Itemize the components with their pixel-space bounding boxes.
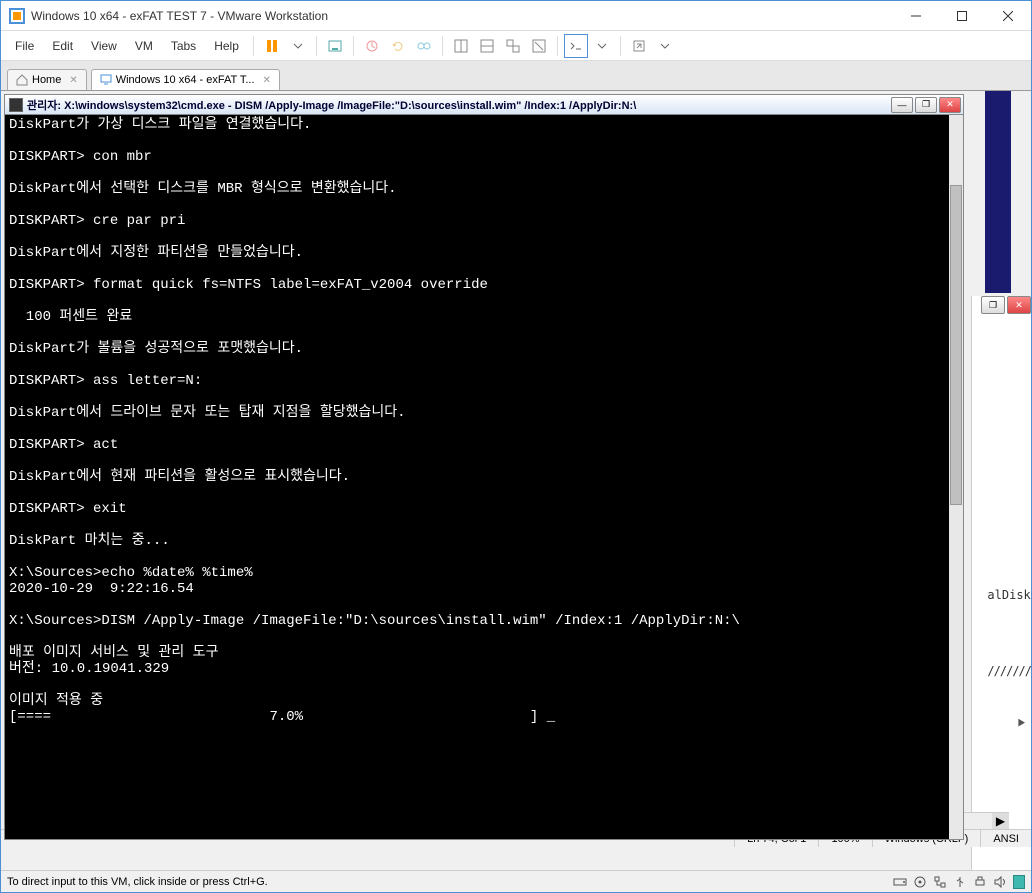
send-ctrl-alt-del-icon[interactable] bbox=[323, 34, 347, 58]
tab-home[interactable]: Home ✕ bbox=[7, 69, 87, 90]
tab-vm[interactable]: Windows 10 x64 - exFAT T... ✕ bbox=[91, 69, 280, 90]
maximize-button[interactable] bbox=[939, 1, 985, 31]
console-view-icon[interactable] bbox=[564, 34, 588, 58]
vmware-statusbar: To direct input to this VM, click inside… bbox=[1, 870, 1031, 892]
tab-close-icon[interactable]: ✕ bbox=[69, 75, 77, 86]
cmd-output: DiskPart가 가상 디스크 파일을 연결했습니다. DISKPART> c… bbox=[9, 117, 947, 725]
cmd-maximize-button[interactable]: ❐ bbox=[915, 97, 937, 113]
scroll-right-arrow-icon[interactable]: ▶ bbox=[992, 813, 1009, 829]
printer-icon[interactable] bbox=[973, 875, 987, 889]
cmd-icon bbox=[9, 98, 23, 112]
cmd-minimize-button[interactable]: — bbox=[891, 97, 913, 113]
stretch-icon[interactable] bbox=[627, 34, 651, 58]
cmd-window: 관리자: X:\windows\system32\cmd.exe - DISM … bbox=[4, 94, 964, 840]
sound-icon[interactable] bbox=[993, 875, 1007, 889]
snapshot-icon[interactable] bbox=[360, 34, 384, 58]
unity-icon[interactable] bbox=[501, 34, 525, 58]
divider bbox=[442, 36, 443, 56]
notepad-encoding: ANSI bbox=[980, 830, 1031, 847]
divider bbox=[353, 36, 354, 56]
monitor-icon bbox=[100, 74, 112, 86]
menu-file[interactable]: File bbox=[7, 35, 42, 57]
menu-tabs[interactable]: Tabs bbox=[163, 35, 204, 57]
menu-view[interactable]: View bbox=[83, 35, 125, 57]
tab-close-icon[interactable]: ✕ bbox=[263, 75, 271, 86]
tab-label: Home bbox=[32, 74, 61, 86]
divider bbox=[557, 36, 558, 56]
divider bbox=[316, 36, 317, 56]
titlebar: Windows 10 x64 - exFAT TEST 7 - VMware W… bbox=[1, 1, 1031, 31]
menu-help[interactable]: Help bbox=[206, 35, 247, 57]
notepad-close-button[interactable]: ✕ bbox=[1007, 296, 1031, 314]
network-icon[interactable] bbox=[933, 875, 947, 889]
usb-icon[interactable] bbox=[953, 875, 967, 889]
home-icon bbox=[16, 74, 28, 86]
menu-vm[interactable]: VM bbox=[127, 35, 161, 57]
cmd-close-button[interactable]: ✕ bbox=[939, 97, 961, 113]
minimize-button[interactable] bbox=[893, 1, 939, 31]
divider bbox=[620, 36, 621, 56]
cmd-scrollbar[interactable] bbox=[949, 115, 963, 839]
menu-edit[interactable]: Edit bbox=[44, 35, 81, 57]
notepad-text-fragment: alDisk /////// bbox=[987, 588, 1031, 678]
revert-icon[interactable] bbox=[386, 34, 410, 58]
single-window-icon[interactable] bbox=[449, 34, 473, 58]
pause-icon[interactable] bbox=[260, 34, 284, 58]
dropdown-icon[interactable] bbox=[653, 34, 677, 58]
close-button[interactable] bbox=[985, 1, 1031, 31]
cmd-body[interactable]: DiskPart가 가상 디스크 파일을 연결했습니다. DISKPART> c… bbox=[5, 115, 963, 839]
fullscreen-icon[interactable] bbox=[527, 34, 551, 58]
device-tray bbox=[893, 875, 1025, 889]
scroll-left-indicator: ⯈ bbox=[1016, 715, 1027, 732]
vmware-window: Windows 10 x64 - exFAT TEST 7 - VMware W… bbox=[0, 0, 1032, 893]
dropdown-icon[interactable] bbox=[286, 34, 310, 58]
cmd-title: 관리자: X:\windows\system32\cmd.exe - DISM … bbox=[27, 97, 891, 113]
guest-display[interactable]: ❐ ✕ alDisk /////// ⯈ ▶ Ln 74, Col 1 100%… bbox=[1, 91, 1031, 870]
setup-background bbox=[985, 91, 1011, 293]
manage-snapshots-icon[interactable] bbox=[412, 34, 436, 58]
app-icon bbox=[9, 8, 25, 24]
split-icon[interactable] bbox=[475, 34, 499, 58]
message-log-icon[interactable] bbox=[1013, 875, 1025, 889]
window-title: Windows 10 x64 - exFAT TEST 7 - VMware W… bbox=[31, 9, 893, 23]
cd-icon[interactable] bbox=[913, 875, 927, 889]
tab-bar: Home ✕ Windows 10 x64 - exFAT T... ✕ bbox=[1, 61, 1031, 91]
cmd-titlebar[interactable]: 관리자: X:\windows\system32\cmd.exe - DISM … bbox=[5, 95, 963, 115]
scrollbar-thumb[interactable] bbox=[950, 185, 962, 505]
notepad-window-fragment bbox=[971, 296, 1031, 870]
hard-disk-icon[interactable] bbox=[893, 875, 907, 889]
tab-label: Windows 10 x64 - exFAT T... bbox=[116, 74, 255, 86]
dropdown-icon[interactable] bbox=[590, 34, 614, 58]
divider bbox=[253, 36, 254, 56]
notepad-maximize-button[interactable]: ❐ bbox=[981, 296, 1005, 314]
status-hint: To direct input to this VM, click inside… bbox=[7, 876, 893, 888]
menubar: File Edit View VM Tabs Help bbox=[1, 31, 1031, 61]
